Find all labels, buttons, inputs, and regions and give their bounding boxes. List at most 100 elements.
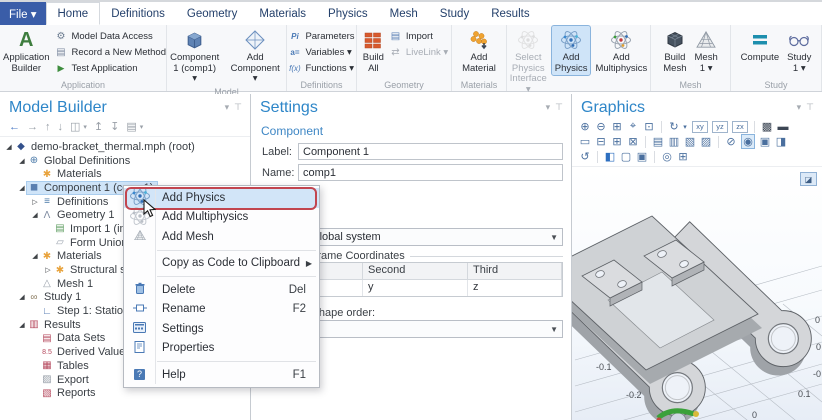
add-component-button[interactable]: AddComponent ▾ bbox=[224, 26, 286, 86]
tree-node-materials[interactable]: ✱Materials bbox=[0, 167, 250, 181]
graphics-3d-view[interactable]: -0.1-0.20.1000-0 ◪ bbox=[572, 168, 822, 420]
tab-study[interactable]: Study bbox=[429, 2, 480, 25]
test-application-button[interactable]: ▶Test Application bbox=[54, 61, 166, 76]
name-field-input[interactable] bbox=[298, 164, 563, 181]
tree-node-reports[interactable]: ▧Reports bbox=[0, 386, 250, 400]
tab-physics[interactable]: Physics bbox=[317, 2, 379, 25]
select-box-icon[interactable]: ▣ bbox=[759, 135, 771, 148]
menu-item-rename[interactable]: RenameF2 bbox=[124, 300, 319, 320]
compute-button[interactable]: Compute bbox=[738, 26, 783, 65]
scene-light-icon[interactable]: ▩ bbox=[761, 120, 773, 133]
tab-results[interactable]: Results bbox=[480, 2, 540, 25]
tree-expander-icon[interactable]: ◢ bbox=[17, 293, 27, 301]
functions-button[interactable]: f(x)Functions ▾ bbox=[288, 61, 354, 76]
variables-button[interactable]: a=Variables ▾ bbox=[288, 45, 354, 60]
view-lock-icon[interactable]: ⊞ bbox=[677, 150, 689, 163]
menu-item-settings[interactable]: Settings bbox=[124, 319, 319, 339]
view-yz-icon[interactable]: yz bbox=[712, 121, 728, 133]
zoom-out-icon[interactable]: ⊖ bbox=[595, 120, 607, 133]
camera-icon[interactable]: ◎ bbox=[661, 150, 673, 163]
view-zx-icon[interactable]: zx bbox=[732, 121, 748, 133]
tree-expander-icon[interactable]: ◢ bbox=[30, 252, 40, 260]
tree-expander-icon[interactable]: ▷ bbox=[43, 266, 53, 274]
collapse-all-icon[interactable]: ↧ bbox=[110, 120, 119, 133]
add-multiphysics-button[interactable]: AddMultiphysics bbox=[592, 26, 650, 75]
previous-node-icon[interactable]: ← bbox=[9, 121, 20, 133]
hide-objects-icon[interactable]: ⊘ bbox=[725, 135, 737, 148]
menu-item-help[interactable]: ?HelpF1 bbox=[124, 365, 319, 385]
application-builder-button[interactable]: AApplicationBuilder bbox=[0, 26, 52, 75]
snapshot-icon[interactable]: ▤ bbox=[652, 135, 664, 148]
tree-expander-icon[interactable]: ◢ bbox=[17, 321, 27, 329]
tab-materials[interactable]: Materials bbox=[248, 2, 317, 25]
add-physics-button[interactable]: AddPhysics bbox=[552, 26, 591, 75]
image-thumbnail-icon[interactable]: ◪ bbox=[800, 172, 817, 186]
view-caret[interactable]: ▾ bbox=[682, 120, 688, 133]
menu-item-add-mesh[interactable]: Add Mesh bbox=[124, 227, 319, 247]
no-projection-icon[interactable]: ⊠ bbox=[627, 135, 639, 148]
perspective-icon[interactable]: ⊟ bbox=[595, 135, 607, 148]
show-options-icon[interactable]: ◫ bbox=[70, 120, 80, 133]
undo-view-icon[interactable]: ↺ bbox=[579, 150, 591, 163]
tab-definitions[interactable]: Definitions bbox=[100, 2, 176, 25]
livelink-button[interactable]: ⇄LiveLink ▾ bbox=[389, 45, 448, 60]
study-1-button[interactable]: Study1 ▾ bbox=[784, 26, 814, 75]
projection-icon[interactable]: ⊞ bbox=[611, 135, 623, 148]
image-export-icon[interactable]: ▥ bbox=[668, 135, 680, 148]
move-up-icon[interactable]: ↑ bbox=[45, 121, 51, 133]
tree-expander-icon[interactable]: ◢ bbox=[17, 184, 27, 192]
view-extents-icon[interactable]: ◨ bbox=[775, 135, 787, 148]
transparency-icon[interactable]: ▬ bbox=[777, 120, 789, 133]
select-physics-interface-button[interactable]: Select PhysicsInterface ▾ bbox=[507, 26, 550, 97]
node-label-options-icon[interactable]: ▤ bbox=[126, 120, 136, 133]
panel-menu-icon[interactable]: ▾ bbox=[546, 102, 551, 113]
pointer-select-icon[interactable]: ▨ bbox=[700, 135, 712, 148]
tree-expander-icon[interactable]: ◢ bbox=[17, 157, 27, 165]
label-field-input[interactable] bbox=[298, 143, 563, 160]
model-data-access-button[interactable]: ⚙Model Data Access bbox=[54, 29, 166, 44]
zoom-box-icon[interactable]: ⊞ bbox=[611, 120, 623, 133]
fit-window-icon[interactable]: ⊡ bbox=[643, 120, 655, 133]
pin-icon[interactable]: ⊤ bbox=[806, 102, 814, 113]
build-mesh-button[interactable]: BuildMesh bbox=[660, 26, 689, 75]
table-cell[interactable]: y bbox=[363, 280, 468, 296]
visibility-eye-icon[interactable]: ◉ bbox=[741, 134, 755, 149]
panel-menu-icon[interactable]: ▾ bbox=[225, 102, 230, 113]
select-entities-icon[interactable]: ▧ bbox=[684, 135, 696, 148]
add-material-button[interactable]: AddMaterial bbox=[459, 26, 499, 75]
show-caret[interactable]: ▾ bbox=[83, 123, 87, 131]
material-rendering-icon[interactable]: ◧ bbox=[604, 150, 616, 163]
zoom-in-icon[interactable]: ⊕ bbox=[579, 120, 591, 133]
parameters-button[interactable]: PiParameters bbox=[288, 29, 354, 44]
surface-rendering-icon[interactable]: ▣ bbox=[636, 150, 648, 163]
menu-item-delete[interactable]: DeleteDel bbox=[124, 280, 319, 300]
tree-node-demo-bracket-thermal-mph-root[interactable]: ◢◆demo-bracket_thermal.mph (root) bbox=[0, 140, 250, 154]
mesh-1-button[interactable]: Mesh1 ▾ bbox=[692, 26, 721, 75]
view-xy-icon[interactable]: xy bbox=[692, 121, 708, 133]
tab-mesh[interactable]: Mesh bbox=[379, 2, 429, 25]
move-down-icon[interactable]: ↓ bbox=[58, 121, 64, 133]
build-all-button[interactable]: BuildAll bbox=[360, 26, 387, 75]
zoom-extents-icon[interactable]: ⌖ bbox=[627, 120, 639, 133]
tree-expander-icon[interactable]: ▷ bbox=[30, 198, 40, 206]
wireframe-icon[interactable]: ▢ bbox=[620, 150, 632, 163]
tree-expander-icon[interactable]: ◢ bbox=[4, 143, 14, 151]
file-menu-button[interactable]: File ▾ bbox=[0, 2, 46, 25]
record-a-new-method-button[interactable]: ▤Record a New Method bbox=[54, 45, 166, 60]
pin-icon[interactable]: ⊤ bbox=[234, 102, 242, 113]
tab-home[interactable]: Home bbox=[46, 2, 101, 25]
tab-geometry[interactable]: Geometry bbox=[176, 2, 249, 25]
panel-menu-icon[interactable]: ▾ bbox=[797, 102, 802, 113]
tree-expander-icon[interactable]: ◢ bbox=[30, 211, 40, 219]
label-caret[interactable]: ▾ bbox=[140, 123, 144, 131]
import-button[interactable]: ▤Import bbox=[389, 29, 448, 44]
orthographic-icon[interactable]: ▭ bbox=[579, 135, 591, 148]
expand-all-icon[interactable]: ↥ bbox=[94, 120, 103, 133]
menu-item-copy-as-code-to-clipboard[interactable]: Copy as Code to Clipboard▶ bbox=[124, 254, 319, 274]
pin-icon[interactable]: ⊤ bbox=[555, 102, 563, 113]
tree-node-global-definitions[interactable]: ◢⊕Global Definitions bbox=[0, 154, 250, 168]
component-1-comp1-button[interactable]: Component1 (comp1) ▾ bbox=[167, 26, 222, 86]
table-cell[interactable]: z bbox=[468, 280, 562, 296]
menu-item-properties[interactable]: Properties bbox=[124, 339, 319, 359]
go-to-view-icon[interactable]: ↻ bbox=[668, 120, 680, 133]
